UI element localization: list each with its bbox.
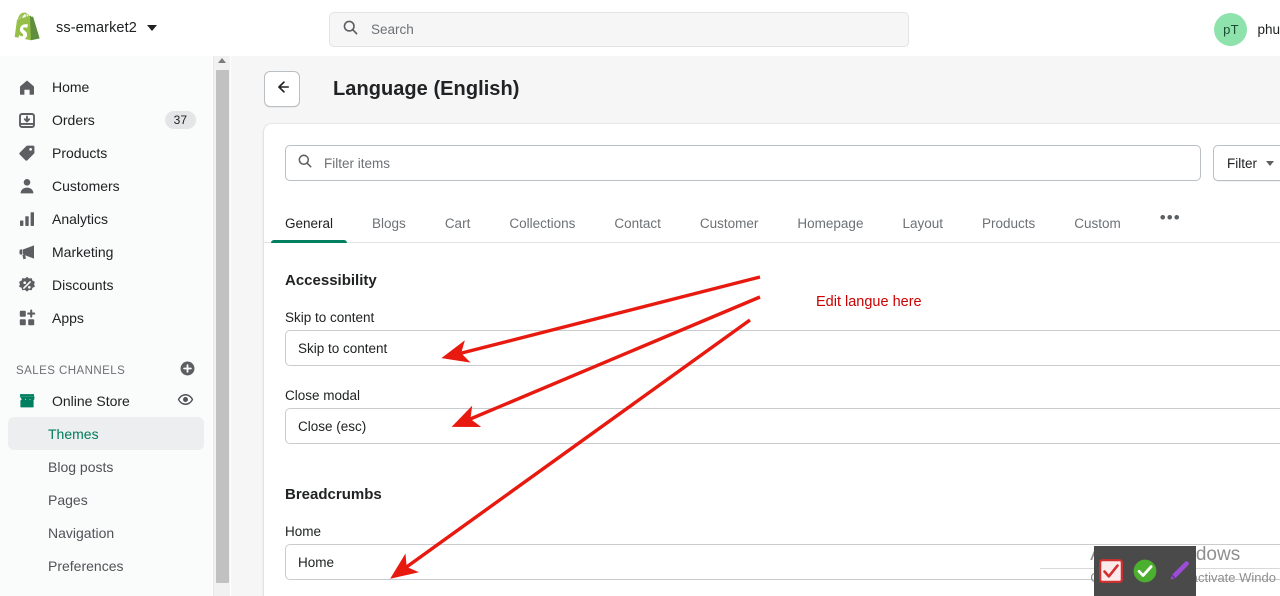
arrow-left-icon xyxy=(273,78,291,101)
search-icon xyxy=(297,153,313,174)
discount-percent-icon xyxy=(16,274,38,296)
orders-count-badge: 37 xyxy=(164,110,196,129)
sidebar-item-label: Home xyxy=(52,78,90,95)
top-bar: ss-emarket2 Search pT phu xyxy=(0,0,1280,56)
sidebar-item-customers[interactable]: Customers xyxy=(8,169,204,202)
sidebar-item-preferences[interactable]: Preferences xyxy=(8,549,204,582)
search-placeholder: Search xyxy=(371,22,414,37)
red-checkbox-icon[interactable] xyxy=(1098,558,1124,584)
sidebar: Home Orders 37 Products Customers Analyt… xyxy=(0,56,212,596)
green-check-circle-icon[interactable] xyxy=(1132,558,1158,584)
sidebar-item-home[interactable]: Home xyxy=(8,70,204,103)
field-input-close-modal[interactable]: Close (esc) xyxy=(285,408,1280,444)
sidebar-item-label: Customers xyxy=(52,177,120,194)
sidebar-item-analytics[interactable]: Analytics xyxy=(8,202,204,235)
section-title-breadcrumbs: Breadcrumbs xyxy=(285,486,382,503)
tab-products[interactable]: Products xyxy=(982,216,1035,242)
field-label-close-modal: Close modal xyxy=(285,388,361,403)
sidebar-item-label: Apps xyxy=(52,309,84,326)
sidebar-item-label: Orders xyxy=(52,111,95,128)
sidebar-subitem-label: Navigation xyxy=(48,524,115,541)
sidebar-item-label: Marketing xyxy=(52,243,114,260)
sidebar-item-pages[interactable]: Pages xyxy=(8,483,204,516)
sidebar-item-orders[interactable]: Orders 37 xyxy=(8,103,204,136)
sales-channels-title: SALES CHANNELS xyxy=(16,365,126,377)
user-menu[interactable]: pT phu xyxy=(1214,12,1280,46)
sidebar-item-discounts[interactable]: Discounts xyxy=(8,268,204,301)
scroll-up-arrow-icon[interactable] xyxy=(218,58,226,63)
plus-circle-icon[interactable] xyxy=(179,360,196,382)
sidebar-item-blog-posts[interactable]: Blog posts xyxy=(8,450,204,483)
sidebar-scrollbar[interactable] xyxy=(213,56,230,596)
shopify-bag-icon xyxy=(12,12,42,44)
tab-collections[interactable]: Collections xyxy=(509,216,575,242)
scrollbar-thumb[interactable] xyxy=(216,70,229,583)
user-name: phu xyxy=(1257,21,1280,37)
filter-button-label: Filter xyxy=(1227,155,1257,171)
tabs-overflow-button[interactable]: ••• xyxy=(1160,208,1181,242)
tab-homepage[interactable]: Homepage xyxy=(797,216,863,242)
sidebar-item-label: Products xyxy=(52,144,108,161)
shopify-admin-window: ss-emarket2 Search pT phu Home Orders 37… xyxy=(0,0,1280,596)
sidebar-subitem-label: Themes xyxy=(48,425,99,442)
search-icon xyxy=(342,19,359,41)
field-label-home: Home xyxy=(285,524,322,539)
filter-input-placeholder: Filter items xyxy=(324,155,391,171)
store-name: ss-emarket2 xyxy=(56,20,137,36)
storefront-icon xyxy=(16,390,38,412)
chevron-down-icon xyxy=(146,25,157,31)
annotation-label: Edit langue here xyxy=(816,294,922,310)
section-title-accessibility: Accessibility xyxy=(285,272,377,289)
purple-pen-icon[interactable] xyxy=(1166,558,1192,584)
tab-contact[interactable]: Contact xyxy=(614,216,661,242)
settings-tabs: General Blogs Cart Collections Contact C… xyxy=(264,201,1280,243)
home-icon xyxy=(16,76,38,98)
sidebar-subitem-label: Blog posts xyxy=(48,458,114,475)
tag-icon xyxy=(16,142,38,164)
language-settings-card: Filter items Filter General Blogs Cart C… xyxy=(264,124,1280,596)
filter-items-input[interactable]: Filter items xyxy=(285,145,1201,181)
tab-general[interactable]: General xyxy=(270,216,348,243)
sidebar-item-themes[interactable]: Themes xyxy=(8,417,204,450)
avatar: pT xyxy=(1214,12,1248,46)
sidebar-item-label: Discounts xyxy=(52,276,114,293)
tab-blogs[interactable]: Blogs xyxy=(372,216,406,242)
sidebar-item-apps[interactable]: Apps xyxy=(8,301,204,334)
sidebar-item-label: Online Store xyxy=(52,392,130,409)
sidebar-item-products[interactable]: Products xyxy=(8,136,204,169)
filter-dropdown-button[interactable]: Filter xyxy=(1213,145,1280,181)
sidebar-subitem-label: Preferences xyxy=(48,557,124,574)
person-icon xyxy=(16,175,38,197)
sales-channels-header: SALES CHANNELS xyxy=(0,358,212,384)
sidebar-item-navigation[interactable]: Navigation xyxy=(8,516,204,549)
tab-custom[interactable]: Custom xyxy=(1074,216,1121,242)
sidebar-item-online-store[interactable]: Online Store xyxy=(8,384,204,417)
chevron-down-icon xyxy=(1266,160,1274,166)
sidebar-subitem-label: Pages xyxy=(48,491,88,508)
eye-icon[interactable] xyxy=(177,391,194,412)
megaphone-icon xyxy=(16,241,38,263)
bar-chart-icon xyxy=(16,208,38,230)
taskbar-overlay-panel xyxy=(1094,546,1196,596)
sidebar-item-marketing[interactable]: Marketing xyxy=(8,235,204,268)
filter-row: Filter items Filter xyxy=(264,124,1280,181)
tab-cart[interactable]: Cart xyxy=(445,216,471,242)
back-button[interactable] xyxy=(264,71,300,107)
field-label-skip-to-content: Skip to content xyxy=(285,310,375,325)
orders-inbox-icon xyxy=(16,109,38,131)
settings-content: Accessibility Skip to content Skip to co… xyxy=(264,243,1280,580)
search-input[interactable]: Search xyxy=(329,12,909,47)
tab-customer[interactable]: Customer xyxy=(700,216,759,242)
sidebar-item-label: Analytics xyxy=(52,210,109,227)
field-input-skip-to-content[interactable]: Skip to content xyxy=(285,330,1280,366)
store-switcher[interactable]: ss-emarket2 xyxy=(0,12,157,44)
main-content: Language (English) Save Filter items Fil… xyxy=(231,56,1280,596)
apps-grid-plus-icon xyxy=(16,307,38,329)
page-title: Language (English) xyxy=(333,77,520,100)
tab-layout[interactable]: Layout xyxy=(902,216,943,242)
page-header: Language (English) Save xyxy=(231,56,1280,166)
